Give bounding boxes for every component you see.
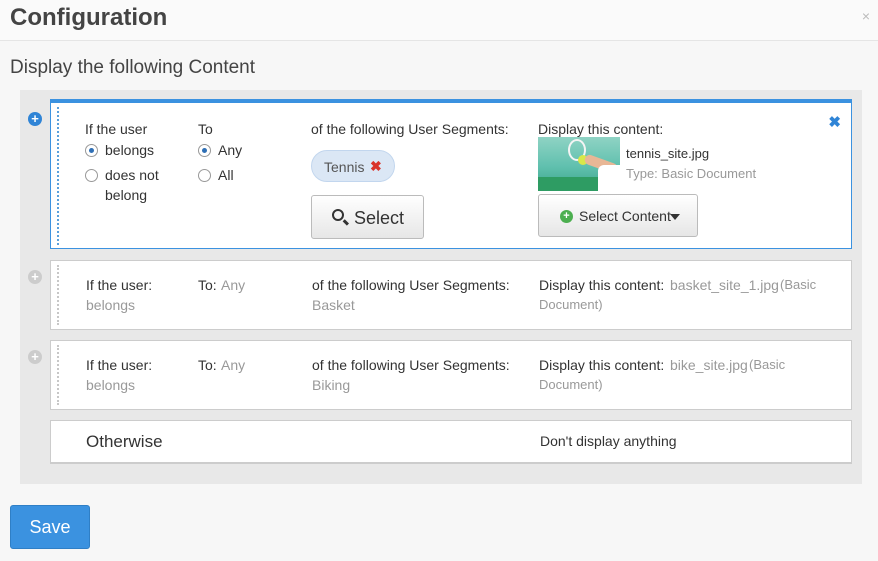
- content-type: (Basic: [749, 357, 786, 372]
- segments-label: of the following User Segments:: [311, 121, 509, 137]
- not-belong-label-line2[interactable]: belong: [105, 187, 147, 203]
- add-rule-icon[interactable]: +: [28, 112, 42, 126]
- rule-summary[interactable]: If the user: belongs To: Any of the foll…: [50, 260, 852, 330]
- if-user-label: If the user:: [86, 357, 153, 373]
- not-belong-label[interactable]: does not: [105, 167, 159, 183]
- all-label[interactable]: All: [218, 167, 234, 183]
- display-content-label: Display this content:: [539, 357, 665, 373]
- to-value: Any: [221, 277, 246, 293]
- if-user-label: If the user: [85, 121, 148, 137]
- drag-handle[interactable]: [57, 107, 59, 245]
- drag-handle[interactable]: [57, 265, 59, 325]
- select-segments-button[interactable]: Select: [311, 195, 424, 239]
- otherwise-label: Otherwise: [86, 432, 163, 451]
- add-content-icon: +: [560, 210, 573, 223]
- to-label: To:: [198, 277, 217, 293]
- close-icon[interactable]: ✖: [828, 113, 841, 131]
- add-rule-icon[interactable]: +: [28, 270, 42, 284]
- otherwise-action: Don't display anything: [540, 433, 677, 449]
- dialog-header: Configuration ×: [0, 0, 878, 41]
- add-rule-icon[interactable]: +: [28, 350, 42, 364]
- search-icon: [332, 209, 344, 221]
- remove-segment-icon[interactable]: ✖: [370, 158, 382, 175]
- belongs-label[interactable]: belongs: [105, 142, 154, 158]
- dialog-title: Configuration: [10, 4, 168, 31]
- segment-tag-label: Tennis: [324, 159, 365, 175]
- membership-value: belongs: [86, 297, 136, 313]
- to-label: To:: [198, 357, 217, 373]
- drag-handle[interactable]: [57, 345, 59, 405]
- content-name: tennis_site.jpg: [626, 146, 710, 161]
- to-value: Any: [221, 357, 246, 373]
- segments-label: of the following User Segments:: [312, 277, 510, 293]
- section-title: Display the following Content: [10, 57, 256, 78]
- dialog-close-icon[interactable]: ×: [862, 8, 870, 24]
- any-label[interactable]: Any: [218, 142, 242, 158]
- rule-editor-active: If the user belongs does not belong To A…: [50, 99, 852, 249]
- content-type-line2: Document): [539, 297, 603, 312]
- content-type: Type: Basic Document: [626, 166, 757, 181]
- segment-value: Basket: [312, 297, 355, 313]
- save-button[interactable]: Save: [10, 505, 90, 549]
- rule-summary[interactable]: If the user: belongs To: Any of the foll…: [50, 340, 852, 410]
- if-user-label: If the user:: [86, 277, 153, 293]
- segment-tag: Tennis ✖: [311, 150, 395, 182]
- display-content-label: Display this content:: [539, 277, 665, 293]
- all-radio[interactable]: [198, 169, 211, 182]
- select-content-label: Select Content: [579, 208, 671, 224]
- segments-label: of the following User Segments:: [312, 357, 510, 373]
- content-type: (Basic: [780, 277, 817, 292]
- content-name: bike_site.jpg: [670, 357, 748, 373]
- caret-down-icon: [670, 214, 680, 220]
- membership-value: belongs: [86, 377, 136, 393]
- segment-value: Biking: [312, 377, 351, 393]
- content-thumbnail: [538, 137, 620, 191]
- any-radio[interactable]: [198, 144, 211, 157]
- rules-panel: + + + If the user belongs does not belon…: [20, 90, 862, 484]
- content-name: basket_site_1.jpg: [670, 277, 779, 293]
- display-content-label: Display this content:: [538, 121, 664, 137]
- select-button-label: Select: [354, 208, 405, 228]
- belongs-radio[interactable]: [85, 144, 98, 157]
- content-type-line2: Document): [539, 377, 603, 392]
- not-belong-radio[interactable]: [85, 169, 98, 182]
- otherwise-rule: Otherwise Don't display anything: [50, 420, 852, 464]
- select-content-button[interactable]: + Select Content: [538, 194, 698, 237]
- to-label: To: [198, 121, 213, 137]
